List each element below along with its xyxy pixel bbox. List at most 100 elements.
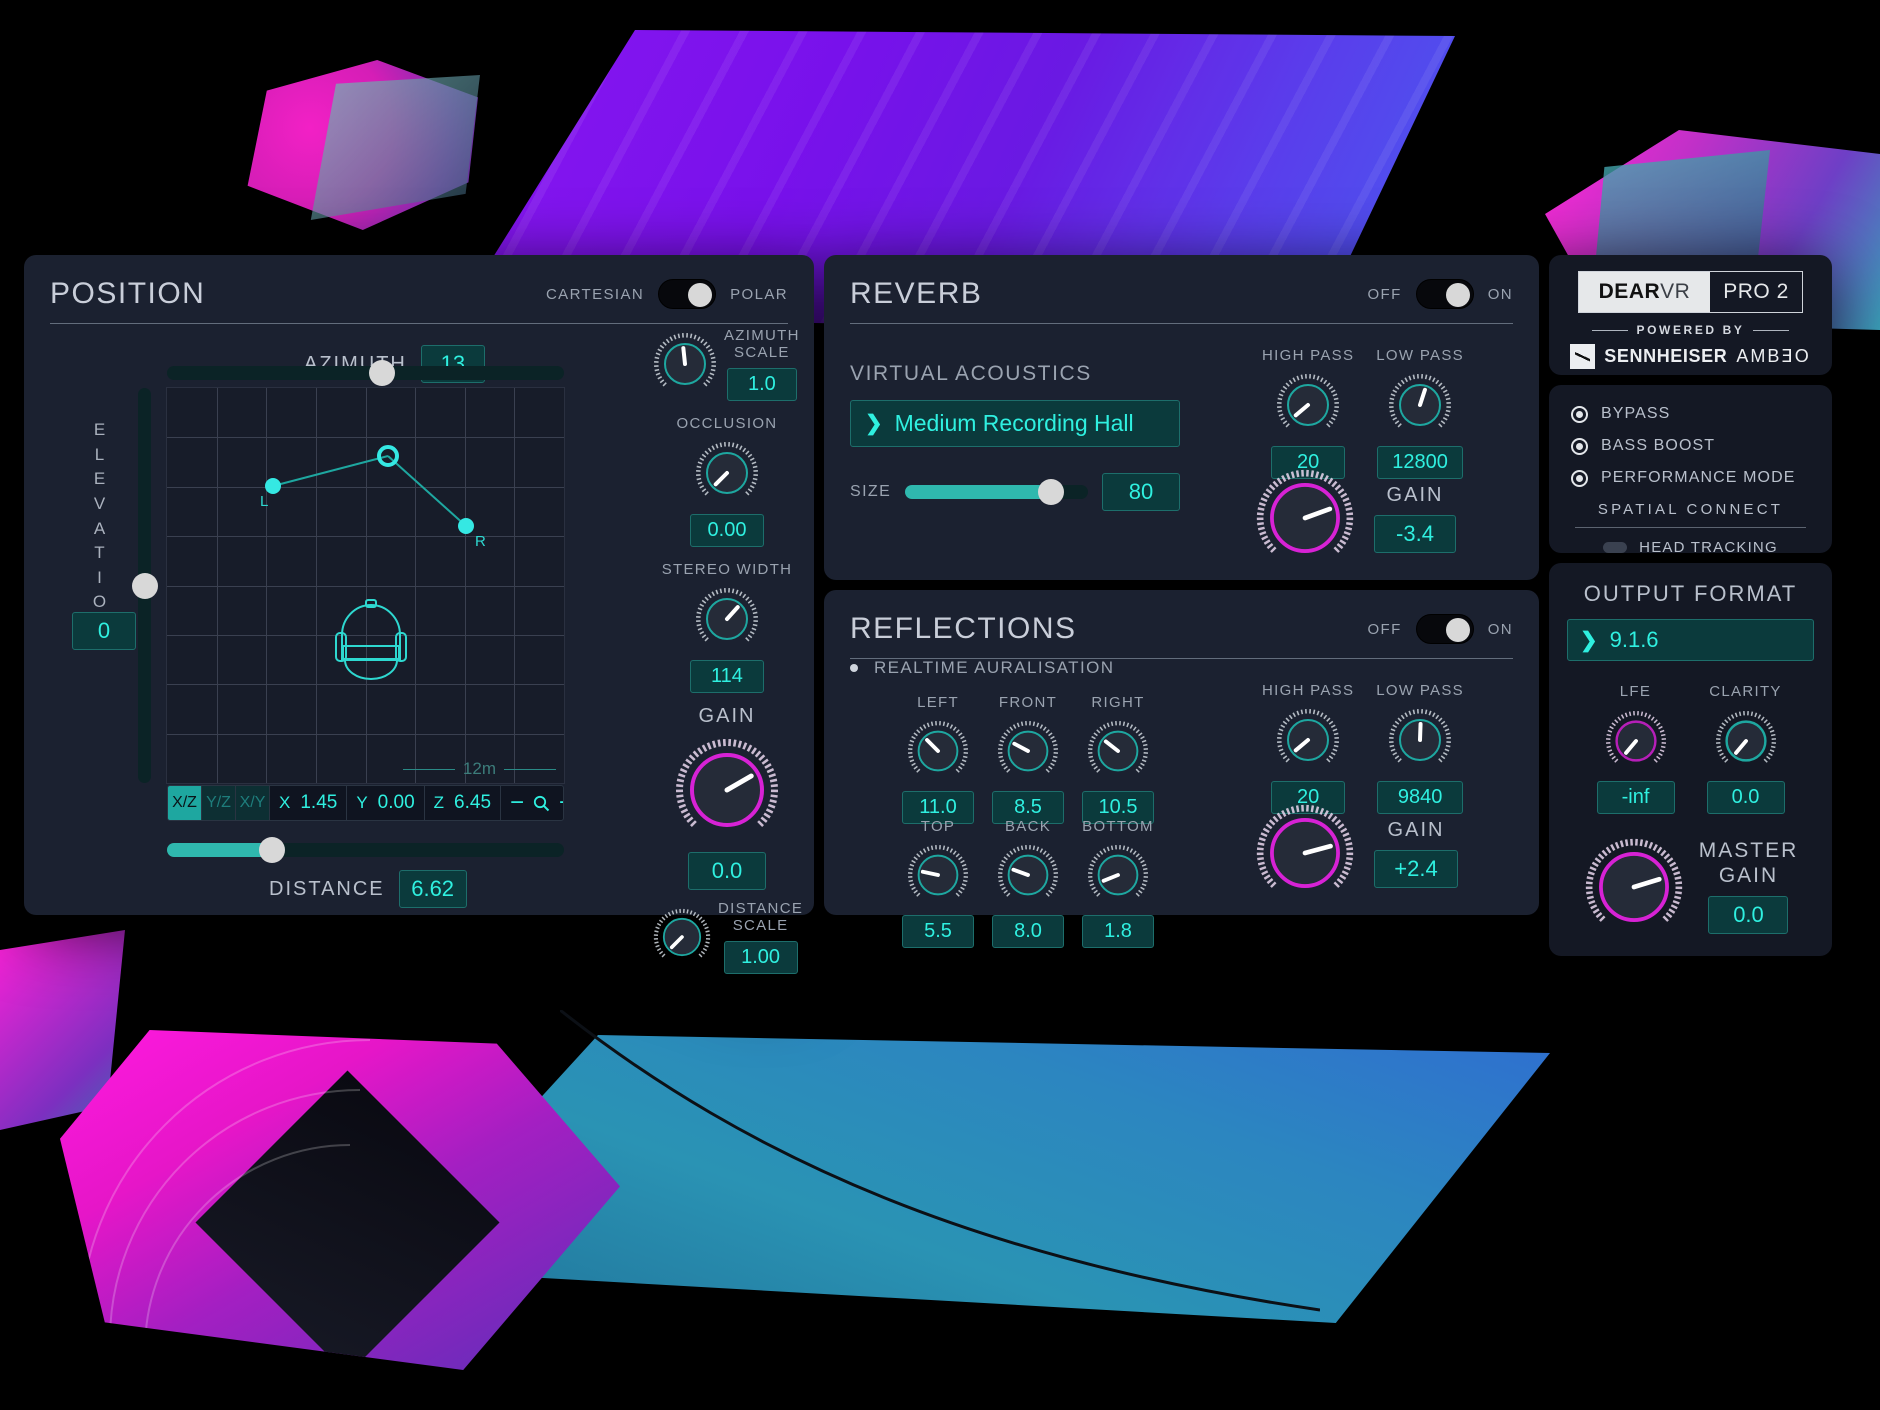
distance-scale-knob-graphic[interactable]	[652, 907, 712, 967]
reflection-top-value[interactable]: 5.5	[902, 915, 974, 949]
reverb-high-pass-control: HIGH PASS 20	[1262, 347, 1354, 480]
plane-xy-button[interactable]: X/Y	[236, 786, 270, 820]
output-format-dropdown[interactable]: ❯ 9.1.6	[1567, 619, 1814, 662]
reflections-power-toggle[interactable]: OFF ON	[1367, 614, 1513, 644]
lfe-value[interactable]: -inf	[1596, 780, 1675, 814]
reflection-bottom-knob[interactable]	[1086, 843, 1150, 907]
zoom-controls[interactable]: − +	[501, 786, 563, 820]
reverb-high-pass-knob-graphic[interactable]	[1275, 372, 1341, 438]
option-performance-mode-label: PERFORMANCE MODE	[1601, 469, 1796, 486]
reflection-bottom-knob-graphic[interactable]	[1086, 843, 1150, 907]
plane-yz-button[interactable]: Y/Z	[202, 786, 236, 820]
head-tracking-switch[interactable]	[1603, 542, 1628, 553]
radio-icon-performance-mode[interactable]	[1571, 469, 1588, 487]
elevation-slider-handle[interactable]	[131, 573, 158, 599]
position-divider	[50, 323, 788, 324]
reflections-switch[interactable]	[1415, 614, 1474, 644]
occlusion-knob-graphic[interactable]	[694, 440, 760, 506]
master-gain-value[interactable]: 0.0	[1708, 895, 1789, 934]
reflection-left-knob-graphic[interactable]	[906, 719, 970, 783]
reflection-front-knob[interactable]	[996, 719, 1060, 783]
occlusion-value[interactable]: 0.00	[690, 513, 764, 547]
reflection-back-value[interactable]: 8.0	[992, 915, 1064, 949]
position-gain-label: GAIN	[698, 705, 756, 727]
reflection-back-knob[interactable]	[996, 843, 1060, 907]
stereo-width-knob-graphic[interactable]	[694, 586, 760, 652]
reverb-low-pass-knob-graphic[interactable]	[1387, 372, 1453, 438]
head-tracking-toggle[interactable]: HEAD TRACKING	[1571, 539, 1810, 556]
size-value[interactable]: 80	[1102, 473, 1180, 511]
reflections-gain-knob[interactable]	[1254, 802, 1356, 904]
lfe-knob[interactable]	[1604, 709, 1668, 773]
size-slider-handle[interactable]	[1038, 479, 1065, 505]
reverb-switch[interactable]	[1415, 279, 1474, 309]
coordinate-toolbar[interactable]: X/Z Y/Z X/Y X 1.45 Y 0.00 Z 6.45 −	[167, 785, 564, 821]
reverb-low-pass-knob[interactable]	[1387, 372, 1453, 438]
azimuth-scale-knob[interactable]	[652, 331, 718, 397]
size-slider[interactable]	[905, 479, 1088, 505]
realtime-auralisation-row[interactable]: REALTIME AURALISATION	[850, 658, 1114, 678]
coordinate-mode-toggle[interactable]: CARTESIAN POLAR	[546, 279, 788, 309]
reflections-gain-knob-graphic[interactable]	[1254, 802, 1356, 904]
virtual-acoustics-dropdown[interactable]: ❯ Medium Recording Hall	[850, 400, 1180, 447]
distance-scale-knob[interactable]	[652, 907, 712, 967]
distance-scale-value[interactable]: 1.00	[723, 940, 798, 974]
position-gain-value[interactable]: 0.0	[688, 852, 766, 890]
reflections-high-pass-knob-graphic[interactable]	[1275, 707, 1341, 773]
option-bypass[interactable]: BYPASS	[1571, 405, 1810, 423]
zoom-in-button[interactable]: +	[559, 789, 563, 817]
search-icon[interactable]	[533, 795, 550, 812]
reflections-high-pass-knob[interactable]	[1275, 707, 1341, 773]
reverb-gain-knob-graphic[interactable]	[1254, 467, 1356, 569]
plane-xz-button[interactable]: X/Z	[168, 786, 202, 820]
stereo-width-knob[interactable]	[694, 586, 760, 652]
coord-z-field[interactable]: Z 6.45	[425, 786, 502, 820]
azimuth-scale-value[interactable]: 1.0	[726, 367, 797, 401]
distance-value[interactable]: 6.62	[398, 870, 467, 908]
master-gain-knob[interactable]	[1583, 836, 1685, 938]
elevation-value[interactable]: 0	[72, 612, 136, 650]
option-performance-mode[interactable]: PERFORMANCE MODE	[1571, 469, 1810, 487]
reflections-gain-value[interactable]: +2.4	[1374, 849, 1458, 888]
zoom-out-button[interactable]: −	[510, 789, 524, 817]
reflection-top-knob[interactable]	[906, 843, 970, 907]
reflection-right-knob[interactable]	[1086, 719, 1150, 783]
reflection-front-knob-graphic[interactable]	[996, 719, 1060, 783]
reflection-right-knob-graphic[interactable]	[1086, 719, 1150, 783]
master-gain-knob-graphic[interactable]	[1583, 836, 1685, 938]
position-grid[interactable]: L R 12m	[166, 387, 565, 784]
position-gain-knob-graphic[interactable]	[673, 736, 781, 844]
reverb-gain-knob[interactable]	[1254, 467, 1356, 569]
radio-icon-bypass[interactable]	[1571, 405, 1588, 423]
azimuth-slider[interactable]	[167, 360, 564, 386]
clarity-knob-graphic[interactable]	[1714, 709, 1778, 773]
decorative-shape-top-left-2	[310, 75, 480, 220]
reverb-high-pass-knob[interactable]	[1275, 372, 1341, 438]
azimuth-scale-knob-graphic[interactable]	[652, 331, 718, 397]
clarity-knob[interactable]	[1714, 709, 1778, 773]
reflections-low-pass-knob-graphic[interactable]	[1387, 707, 1453, 773]
reverb-gain-value[interactable]: -3.4	[1374, 514, 1456, 553]
reflection-top-knob-graphic[interactable]	[906, 843, 970, 907]
radio-icon-bass-boost[interactable]	[1571, 437, 1588, 455]
distance-slider[interactable]	[167, 837, 564, 863]
elevation-slider[interactable]	[131, 388, 158, 783]
clarity-value[interactable]: 0.0	[1706, 780, 1785, 814]
chevron-right-icon-output: ❯	[1580, 628, 1598, 652]
reflection-bottom-value[interactable]: 1.8	[1082, 915, 1154, 949]
distance-slider-handle[interactable]	[259, 837, 285, 863]
source-position-graphic[interactable]: L R	[167, 388, 564, 783]
occlusion-knob[interactable]	[694, 440, 760, 506]
azimuth-slider-handle[interactable]	[369, 360, 395, 386]
position-gain-knob[interactable]	[673, 736, 781, 844]
coord-y-field[interactable]: Y 0.00	[347, 786, 425, 820]
coord-x-field[interactable]: X 1.45	[270, 786, 348, 820]
lfe-knob-graphic[interactable]	[1604, 709, 1668, 773]
reverb-power-toggle[interactable]: OFF ON	[1367, 279, 1513, 309]
reflections-low-pass-knob[interactable]	[1387, 707, 1453, 773]
reflection-back-knob-graphic[interactable]	[996, 843, 1060, 907]
stereo-width-value[interactable]: 114	[690, 660, 764, 693]
option-bass-boost[interactable]: BASS BOOST	[1571, 437, 1810, 455]
reflection-left-knob[interactable]	[906, 719, 970, 783]
cartesian-polar-switch[interactable]	[658, 279, 717, 309]
